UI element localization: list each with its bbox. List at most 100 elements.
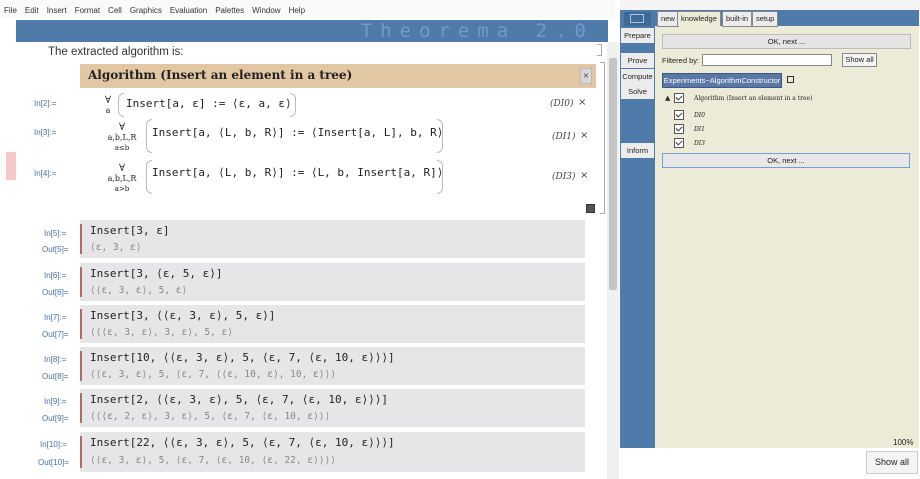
tree-item-label: DI0 (694, 112, 705, 119)
input-expression[interactable]: Insert[3, ⟨⟨ε, 3, ε⟩, 5, ε⟩] (90, 309, 275, 322)
square-icon[interactable] (787, 76, 794, 83)
experiments-button[interactable]: Experiments~AlgorithmConstructor (662, 73, 782, 88)
input-label: In[4]:= (34, 169, 57, 178)
tab-new[interactable]: new (657, 11, 679, 27)
tree-item-label: DI3 (694, 140, 705, 147)
input-label: In[6]:= (44, 271, 67, 280)
input-label: In[2]:= (34, 99, 57, 108)
cell-bracket[interactable] (600, 62, 605, 214)
menu-insert[interactable]: Insert (43, 0, 71, 15)
tree-root-checkbox[interactable] (674, 93, 684, 103)
input-expression[interactable]: Insert[3, ⟨ε, 5, ε⟩] (90, 267, 222, 280)
definition-label: (DI0) (550, 99, 574, 109)
io-cell[interactable]: Insert[22, ⟨⟨ε, 3, ε⟩, 5, ⟨ε, 7, ⟨ε, 10,… (80, 432, 585, 472)
notebook-title-bar: Theorema 2.0 (16, 20, 608, 42)
collapse-triangle-icon[interactable]: ▲ (665, 94, 670, 102)
input-expression[interactable]: Insert[3, ε] (90, 224, 169, 237)
tab-setup[interactable]: setup (752, 11, 779, 27)
zoom-level: 100% (893, 438, 914, 447)
output-expression: ⟨⟨⟨ε, 2, ε⟩, 3, ε⟩, 5, ⟨ε, 7, ⟨ε, 10, ε⟩… (90, 411, 331, 422)
input-expression[interactable]: Insert[22, ⟨⟨ε, 3, ε⟩, 5, ⟨ε, 7, ⟨ε, 10,… (90, 436, 395, 449)
panel-top-strip (620, 0, 920, 10)
output-label: Out[10]= (38, 458, 69, 467)
prepare-button[interactable]: Prepare (621, 28, 654, 43)
output-label: Out[5]= (42, 245, 69, 254)
tree-item-label: DI1 (694, 126, 705, 133)
menu-cell[interactable]: Cell (104, 0, 126, 15)
ok-next-button-bottom[interactable]: OK, next ... (662, 153, 910, 168)
definition-remove-icon[interactable]: × (580, 130, 588, 141)
input-expression[interactable]: Insert[2, ⟨⟨ε, 3, ε⟩, 5, ⟨ε, 7, ⟨ε, 10, … (90, 393, 388, 406)
output-expression: ⟨⟨ε, 3, ε⟩, 5, ε⟩ (90, 285, 188, 296)
prove-button[interactable]: Prove (621, 53, 654, 68)
menu-graphics[interactable]: Graphics (126, 0, 166, 15)
input-label: In[7]:= (44, 313, 67, 322)
io-cell[interactable]: Insert[10, ⟨⟨ε, 3, ε⟩, 5, ⟨ε, 7, ⟨ε, 10,… (80, 347, 585, 385)
show-all-button[interactable]: Show all (842, 53, 877, 67)
menu-palettes[interactable]: Palettes (211, 0, 248, 15)
panel-status-bar (655, 436, 919, 448)
brand-logo: Theorema 2.0 (360, 20, 594, 42)
paren-right (437, 160, 443, 194)
io-cell[interactable]: Insert[3, ⟨⟨ε, 3, ε⟩, 5, ε⟩] ⟨⟨⟨ε, 3, ε⟩… (80, 305, 585, 343)
definition-expr: Insert[a, ⟨L, b, R⟩] := ⟨Insert[a, L], b… (152, 126, 444, 139)
cell-end-square[interactable] (586, 204, 595, 213)
window-icon-frame (630, 14, 644, 23)
output-expression: ⟨ε, 3, ε⟩ (90, 242, 142, 253)
output-expression: ⟨⟨ε, 3, ε⟩, 5, ⟨ε, 7, ⟨⟨ε, 10, ε⟩, 10, ε… (90, 369, 336, 380)
filter-label: Filtered by: (662, 56, 700, 65)
tree-item-checkbox[interactable] (674, 110, 684, 120)
io-cell[interactable]: Insert[2, ⟨⟨ε, 3, ε⟩, 5, ⟨ε, 7, ⟨ε, 10, … (80, 389, 585, 427)
input-label: In[9]:= (44, 397, 67, 406)
menu-help[interactable]: Help (285, 0, 309, 15)
menu-evaluation[interactable]: Evaluation (166, 0, 211, 15)
left-gutter (0, 18, 16, 479)
definition-label: (DI3) (552, 172, 576, 182)
input-label: In[10]:= (40, 440, 67, 449)
input-label: In[3]:= (34, 128, 57, 137)
output-label: Out[6]= (42, 288, 69, 297)
menu-window[interactable]: Window (248, 0, 284, 15)
tab-strip: new knowledge built-in setup (655, 10, 919, 27)
input-label: In[5]:= (44, 229, 67, 238)
solve-button[interactable]: Solve (621, 84, 654, 99)
panel-bottom-left (620, 448, 655, 479)
menu-format[interactable]: Format (71, 0, 104, 15)
tree-item-checkbox[interactable] (674, 138, 684, 148)
output-expression: ⟨⟨⟨ε, 3, ε⟩, 3, ε⟩, 5, ε⟩ (90, 327, 233, 338)
paren-left (118, 93, 124, 117)
algorithm-header: Algorithm (Insert an element in a tree) (80, 64, 596, 88)
show-all-button-large[interactable]: Show all (866, 451, 918, 474)
algorithm-close-button[interactable]: × (580, 68, 592, 84)
scrollbar-thumb[interactable] (609, 58, 617, 290)
filter-input[interactable] (702, 54, 832, 66)
paren-right (437, 119, 443, 153)
input-expression[interactable]: Insert[10, ⟨⟨ε, 3, ε⟩, 5, ⟨ε, 7, ⟨ε, 10,… (90, 351, 395, 364)
ok-next-button[interactable]: OK, next ... (662, 34, 911, 49)
output-label: Out[8]= (42, 372, 69, 381)
input-label: In[8]:= (44, 355, 67, 364)
output-expression: ⟨⟨ε, 3, ε⟩, 5, ⟨ε, 7, ⟨ε, 10, ⟨ε, 22, ε⟩… (90, 455, 336, 466)
compute-button[interactable]: Compute (621, 69, 654, 84)
menu-edit[interactable]: Edit (21, 0, 43, 15)
paren-right (290, 93, 296, 117)
forall-symbol: ∀ a,b,L,R a≤b (107, 122, 137, 153)
tree-item-checkbox[interactable] (674, 124, 684, 134)
output-label: Out[7]= (42, 330, 69, 339)
tab-built-in[interactable]: built-in (722, 11, 753, 27)
menu-file[interactable]: File (0, 0, 21, 15)
menu-bar: File Edit Insert Format Cell Graphics Evaluati… (0, 0, 615, 18)
selection-marker (6, 152, 16, 180)
extracted-text: The extracted algorithm is: (48, 46, 184, 58)
cell-bracket[interactable] (597, 44, 602, 56)
definition-remove-icon[interactable]: × (580, 170, 588, 181)
forall-symbol: ∀ a (104, 95, 112, 116)
io-cell[interactable]: Insert[3, ⟨ε, 5, ε⟩] ⟨⟨ε, 3, ε⟩, 5, ε⟩ (80, 263, 585, 301)
definition-remove-icon[interactable]: × (578, 97, 586, 108)
definition-expr: Insert[a, ⟨L, b, R⟩] := ⟨L, b, Insert[a,… (152, 166, 444, 179)
forall-symbol: ∀ a,b,L,R a>b (107, 163, 137, 194)
output-label: Out[9]= (42, 414, 69, 423)
inform-button[interactable]: Inform (621, 143, 654, 158)
io-cell[interactable]: Insert[3, ε] ⟨ε, 3, ε⟩ (80, 220, 585, 258)
tab-knowledge[interactable]: knowledge (677, 11, 721, 26)
